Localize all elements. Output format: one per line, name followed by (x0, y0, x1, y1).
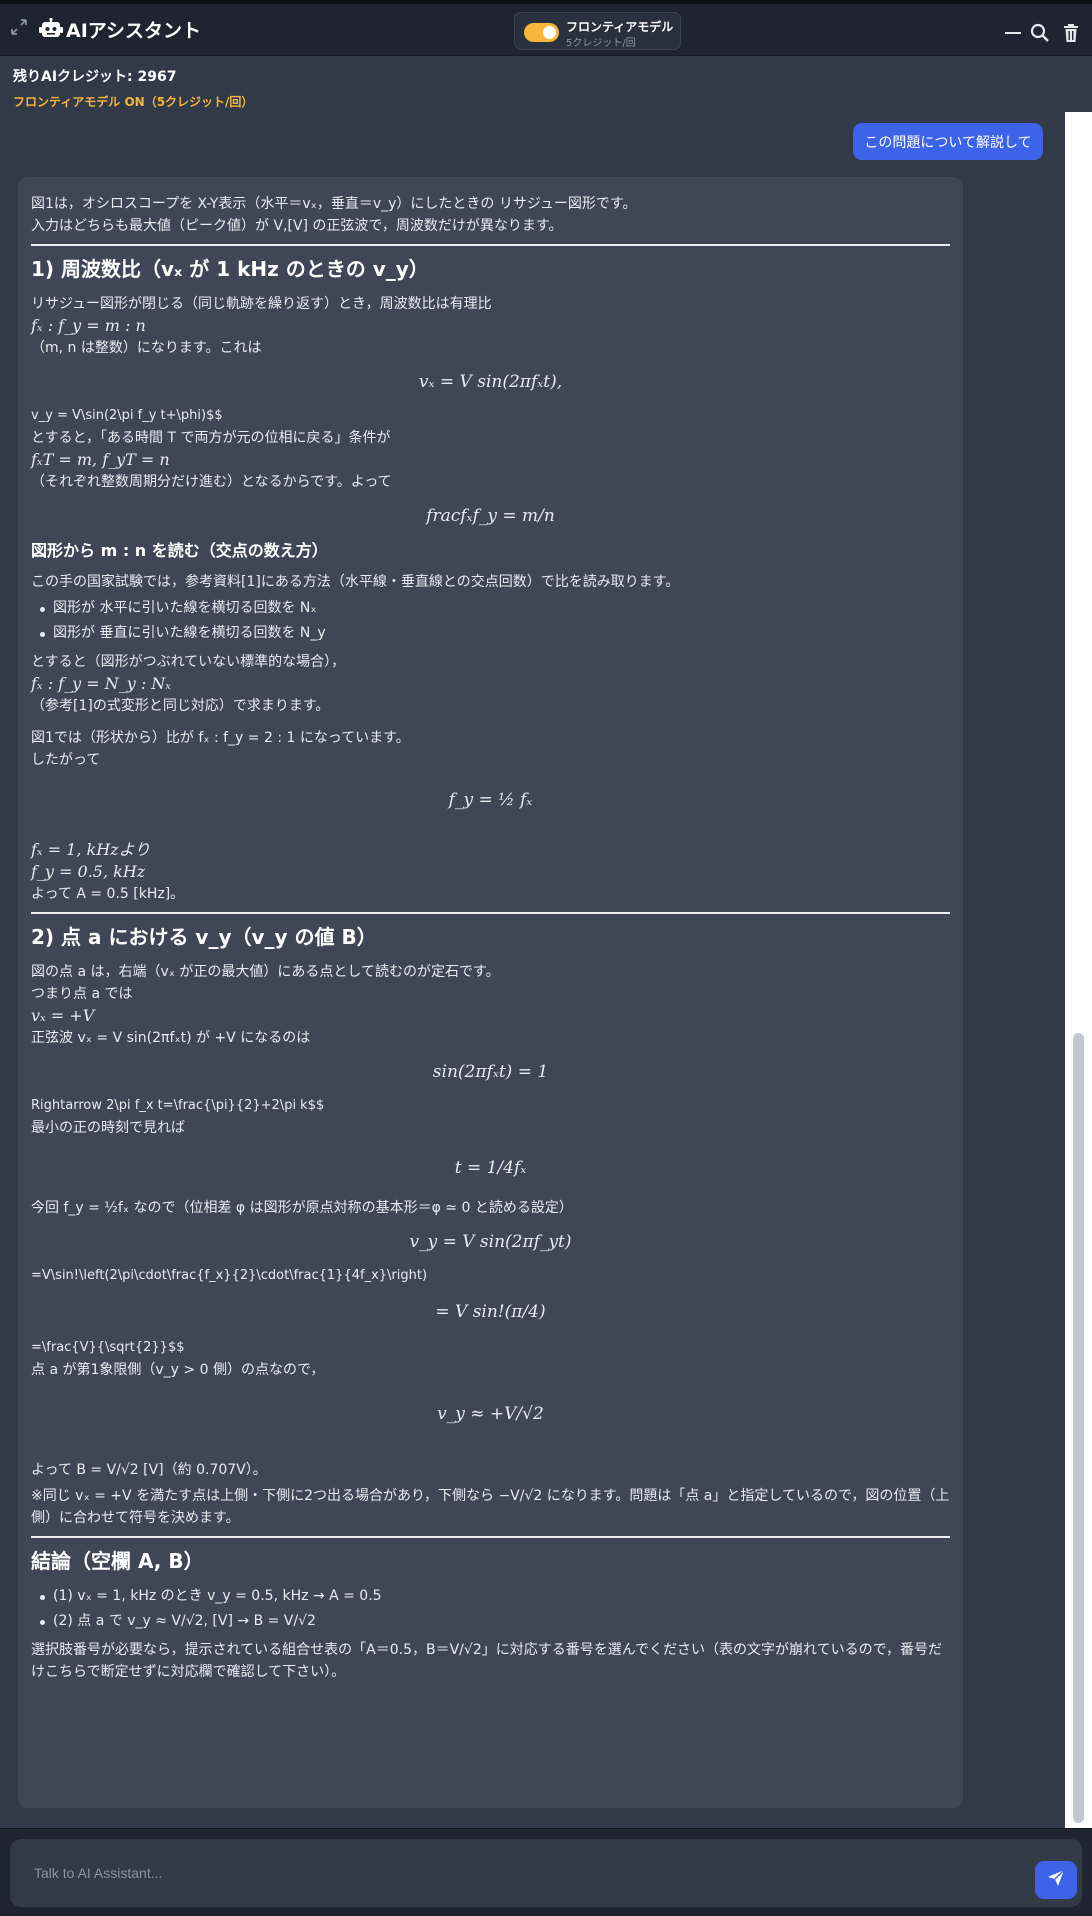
section-1-formula: fₓ = 1, kHzより (31, 840, 151, 859)
send-icon (1046, 1868, 1066, 1892)
display-equation: vₓ = V sin(2πfₓt), (418, 372, 563, 392)
section-2-formula: vₓ = +V (31, 1006, 95, 1025)
toggle-subtitle: 5クレジット/回 (566, 38, 636, 49)
chat-input[interactable] (10, 1839, 1082, 1907)
toggle-switch[interactable] (524, 23, 559, 42)
conclusion-text: 選択肢番号が必要なら，提示されている組合せ表の「A＝0.5，B＝V/√2」に対応… (31, 1642, 943, 1680)
search-icon[interactable] (1029, 22, 1051, 44)
section-2-note: ※同じ vₓ = +V を満たす点は上側・下側に2つ出る場合があり，下側なら −… (31, 1488, 950, 1526)
section-1-text: 図1では（形状から）比が fₓ : f_y = 2 : 1 になっています。 (31, 730, 410, 746)
section-1-text: この手の国家試験では，参考資料[1]にある方法（水平線・垂直線との交点回数）で比… (31, 574, 680, 590)
section-1-text: （それぞれ整数周期分だけ進む）となるからです。よって (31, 474, 392, 490)
frontier-model-toggle[interactable]: フロンティアモデル 5クレジット/回 (514, 12, 681, 50)
section-2-heading: 2) 点 a における v_y（v_y の値 B） (31, 925, 377, 949)
list-item: 図形が 水平に引いた線を横切る回数を Nₓ (39, 597, 950, 622)
section-1-result: よって A = 0.5 [kHz]。 (31, 886, 185, 902)
display-equation: fracfₓf_y = m/n (426, 506, 555, 526)
raw-latex-line: Rightarrow 2\pi f_x t=\frac{\pi}{2}+2\pi… (31, 1098, 325, 1113)
list-item: 図形が 垂直に引いた線を横切る回数を N_y (39, 622, 950, 647)
expand-icon[interactable] (10, 18, 28, 36)
divider (31, 244, 950, 246)
section-1-text: したがって (31, 752, 101, 768)
app-header: AIアシスタント フロンティアモデル 5クレジット/回 (0, 4, 1092, 56)
section-2-text: 正弦波 vₓ = V sin(2πfₓt) が +V になるのは (31, 1030, 311, 1046)
raw-latex-line: v_y = V\sin(2\pi f_y t+\phi)$$ (31, 408, 223, 423)
toggle-title: フロンティアモデル (566, 20, 674, 34)
display-equation: f_y = ½ fₓ (448, 790, 533, 810)
remaining-credits: 残りAIクレジット: 2967 (13, 69, 177, 85)
section-1-text: （m, n は整数）になります。これは (31, 340, 262, 356)
scrollbar-thumb[interactable] (1073, 1033, 1084, 1823)
list-item: (1) vₓ = 1, kHz のとき v_y = 0.5, kHz → A =… (39, 1585, 950, 1610)
section-2-text: つまり点 a では (31, 986, 133, 1002)
section-2-text: 図の点 a は，右端（vₓ が正の最大値）にある点として読むのが定石です。 (31, 964, 500, 980)
frontier-status: フロンティアモデル ON（5クレジット/回） (13, 95, 254, 109)
section-2-result: よって B = V/√2 [V]（約 0.707V）。 (31, 1462, 267, 1478)
section-1-heading: 1) 周波数比（vₓ が 1 kHz のときの v_y） (31, 257, 429, 281)
section-1-text: とすると（図形がつぶれていない標準的な場合）， (31, 654, 346, 670)
app-title: AIアシスタント (66, 20, 202, 42)
section-2-text: 最小の正の時刻で見れば (31, 1120, 185, 1136)
list-item: (2) 点 a で v_y ≈ V/√2, [V] → B = V/√2 (39, 1610, 950, 1635)
send-button[interactable] (1035, 1861, 1077, 1899)
answer-intro-2: 入力はどちらも最大値（ピーク値）が V,[V] の正弦波で，周波数だけが異なりま… (31, 218, 563, 234)
section-2-text: 今回 f_y = ½fₓ なので（位相差 φ は図形が原点対称の基本形＝φ ≃ … (31, 1200, 573, 1216)
answer-intro-1: 図1は，オシロスコープを X-Y表示（水平＝vₓ，垂直＝v_y）にしたときの リ… (31, 196, 637, 212)
section-1-formula: fₓ : f_y = m : n (31, 316, 146, 335)
section-1-text: とすると，「ある時間 T で両方が元の位相に戻る」条件が (31, 430, 391, 446)
section-1-formula: fₓT = m, f_yT = n (31, 450, 170, 469)
conclusion-list: (1) vₓ = 1, kHz のとき v_y = 0.5, kHz → A =… (31, 1585, 950, 1635)
section-1-text: リサジュー図形が閉じる（同じ軌跡を繰り返す）とき，周波数比は有理比 (31, 296, 492, 312)
robot-icon (39, 17, 63, 40)
trash-icon[interactable] (1060, 22, 1082, 44)
display-equation: sin(2πfₓt) = 1 (432, 1062, 549, 1082)
assistant-answer-content: 図1は，オシロスコープを X-Y表示（水平＝vₓ，垂直＝v_y）にしたときの リ… (31, 193, 950, 1683)
scrollbar-track[interactable] (1065, 112, 1092, 1828)
display-equation: v_y ≈ +V/√2 (437, 1404, 544, 1424)
display-equation: t = 1/4fₓ (454, 1158, 527, 1178)
display-equation: v_y = V sin(2πf_yt) (409, 1232, 572, 1252)
chat-input-bar (0, 1828, 1092, 1916)
section-1-text: （参考[1]の式変形と同じ対応）で求まります。 (31, 698, 330, 714)
section-1-formula: fₓ : f_y = N_y : Nₓ (31, 674, 171, 693)
section-1-subheading: 図形から m : n を読む（交点の数え方） (31, 541, 328, 560)
section-2-text: 点 a が第1象限側（v_y > 0 側）の点なので， (31, 1362, 325, 1378)
divider (31, 1536, 950, 1538)
user-message-bubble: この問題について解説して (853, 123, 1043, 160)
display-equation: = V sin!(π/4) (435, 1302, 546, 1322)
raw-latex-line: =\frac{V}{\sqrt{2}}$$ (31, 1340, 185, 1355)
divider (31, 912, 950, 914)
raw-latex-line: =V\sin!\left(2\pi\cdot\frac{f_x}{2}\cdot… (31, 1268, 428, 1283)
minimize-icon[interactable] (1002, 22, 1024, 44)
bullet-list: 図形が 水平に引いた線を横切る回数を Nₓ 図形が 垂直に引いた線を横切る回数を… (31, 597, 950, 647)
section-1-formula: f_y = 0.5, kHz (31, 862, 146, 881)
conclusion-heading: 結論（空欄 A, B） (31, 1549, 204, 1573)
